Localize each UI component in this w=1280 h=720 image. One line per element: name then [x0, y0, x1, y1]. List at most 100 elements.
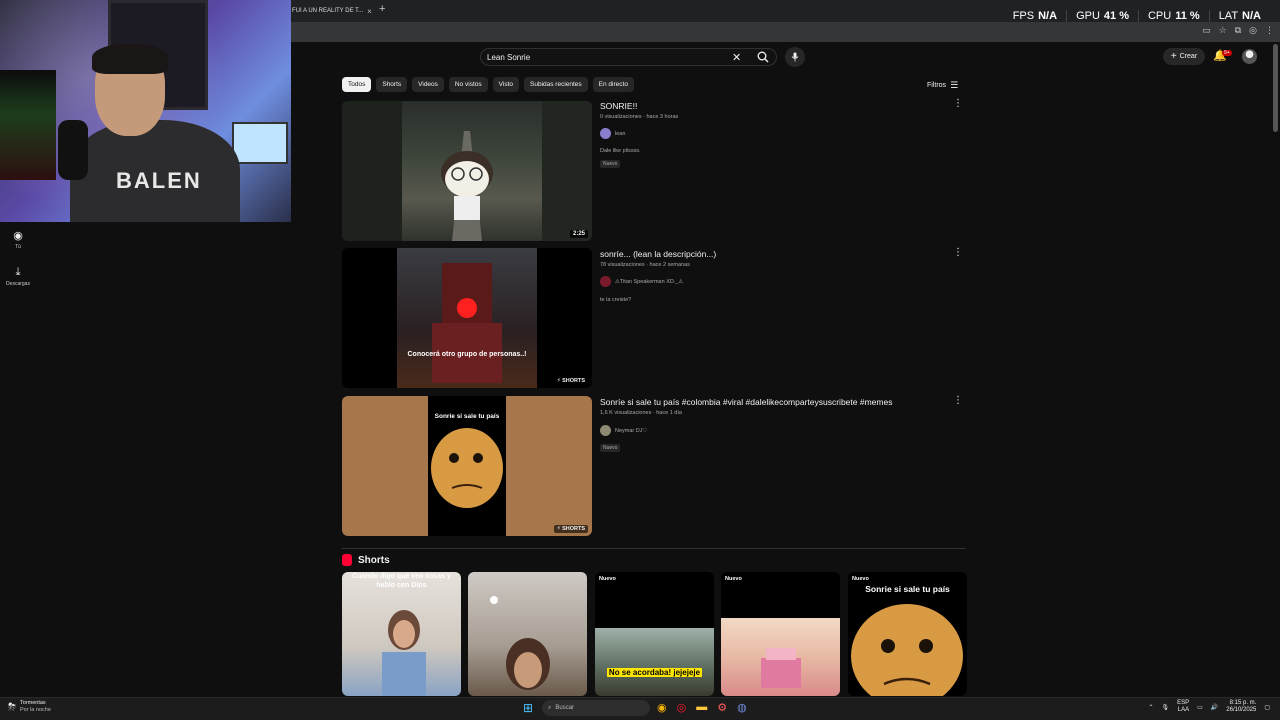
video-title[interactable]: SONRIE!!	[600, 101, 637, 111]
performance-overlay: FPS N/A GPU 41 % CPU 11 % LAT N/A	[1004, 10, 1270, 22]
profile-icon[interactable]: ◎	[1249, 25, 1257, 36]
stat-fps: FPS N/A	[1012, 10, 1058, 22]
notification-count-badge: 9+	[1222, 50, 1232, 56]
voice-search-button[interactable]	[785, 47, 805, 67]
pc-rig	[0, 70, 56, 180]
short-overlay-text: Sonrie si sale tu país	[434, 413, 500, 420]
short-caption: Cuando digo que veo cosas y hablo con Di…	[352, 573, 451, 589]
account-avatar[interactable]	[1242, 49, 1257, 64]
language-indicator[interactable]: ESP LAA	[1177, 700, 1189, 714]
microphone-icon	[791, 52, 799, 62]
browser-menu-icon[interactable]: ⋮	[1265, 25, 1274, 36]
browser-tab[interactable]: FUI A UN REALITY DE T... ×	[290, 2, 376, 20]
discord-icon[interactable]: ◍	[737, 701, 747, 714]
video-description: Dale like plissss.	[600, 148, 641, 154]
filter-chips: Todos Shorts Videos No vistos Visto Subi…	[342, 77, 634, 92]
file-explorer-icon[interactable]: ▬	[696, 701, 707, 714]
channel-link[interactable]: ⚠Titan Speakerman XD._⚠	[600, 276, 683, 287]
taskbar-apps: ◉ ◎ ▬ ⚙ ◍	[657, 701, 747, 714]
chip-shorts[interactable]: Shorts	[376, 77, 408, 92]
shorts-badge: ⚡ SHORTS	[553, 525, 588, 533]
extensions-icon[interactable]: ⧉	[1235, 25, 1241, 36]
video-description: te la creiste?	[600, 297, 632, 303]
channel-avatar	[600, 128, 611, 139]
short-overlay-text: Conocerá otro grupo de personas..!	[407, 351, 527, 358]
new-badge: Nuevo	[600, 444, 621, 452]
system-tray: ⌃ 🎙 ESP LAA ▭ 🔊 8:15 p. m. 26/10/2025 ▢	[1148, 700, 1270, 714]
tab-title: FUI A UN REALITY DE T...	[292, 8, 364, 14]
microphone	[58, 120, 88, 180]
chip-watched[interactable]: Visto	[492, 77, 519, 92]
plus-icon: +	[1170, 51, 1177, 62]
nav-item-you[interactable]: ◉ Tú	[0, 229, 36, 250]
chevron-up-icon[interactable]: ⌃	[1148, 704, 1153, 711]
channel-link[interactable]: Neymar DJ♡	[600, 425, 647, 436]
storm-cloud-icon: ⛈	[8, 701, 16, 713]
opera-icon[interactable]: ◎	[677, 701, 687, 714]
clock[interactable]: 8:15 p. m. 26/10/2025	[1226, 700, 1256, 714]
page-scrollbar[interactable]	[1273, 44, 1278, 132]
chip-all[interactable]: Todos	[342, 77, 372, 92]
shorts-section-header: Shorts	[342, 554, 390, 566]
webcam-overlay: BALEN	[0, 0, 291, 222]
new-badge: Nuevo	[600, 160, 621, 168]
short-card[interactable]: Nuevo	[721, 572, 840, 696]
section-divider	[342, 548, 966, 549]
short-thumbnail[interactable]: Sonrie si sale tu país ⚡ SHORTS	[342, 396, 592, 536]
tab-close-icon[interactable]: ×	[367, 7, 372, 16]
more-options-icon[interactable]: ⋮	[953, 247, 963, 258]
new-badge: Nuevo	[852, 576, 869, 582]
shirt-logo: BALEN	[116, 168, 202, 193]
video-thumbnail[interactable]: 2:25	[342, 101, 592, 241]
channel-link[interactable]: lean	[600, 128, 625, 139]
more-options-icon[interactable]: ⋮	[953, 98, 963, 109]
browser-toolbar-icons: ▭ ☆ ⧉ ◎ ⋮	[1202, 25, 1274, 36]
create-button[interactable]: + Crear	[1163, 48, 1205, 65]
sliders-icon: ☰	[950, 80, 959, 90]
video-meta: 0 visualizaciones · hace 3 horas	[600, 114, 679, 120]
taskbar-search[interactable]: ⌕ Buscar	[542, 700, 650, 716]
new-badge: Nuevo	[599, 576, 616, 582]
stat-cpu: CPU 11 %	[1137, 10, 1209, 22]
notifications-icon[interactable]: ▢	[1264, 704, 1270, 711]
volume-icon[interactable]: 🔊	[1211, 704, 1218, 711]
search-icon	[757, 51, 769, 63]
download-icon: ⤓	[15, 266, 21, 278]
video-meta: 78 visualizaciones · hace 2 semanas	[600, 262, 690, 268]
bookmark-star-icon[interactable]: ☆	[1219, 25, 1227, 36]
short-thumbnail[interactable]: Conocerá otro grupo de personas..! ⚡ SHO…	[342, 248, 592, 388]
shorts-logo-icon	[342, 554, 352, 566]
cast-icon[interactable]: ▭	[1202, 25, 1211, 36]
video-meta: 1,6 K visualizaciones · hace 1 día	[600, 410, 682, 416]
filters-button[interactable]: Filtros ☰	[927, 80, 958, 91]
chip-videos[interactable]: Videos	[412, 77, 444, 92]
weather-widget[interactable]: ⛈ Tormentas Por la noche	[8, 700, 51, 714]
short-card[interactable]: Nuevo No se acordaba! jejejeje	[595, 572, 714, 696]
clear-search-icon[interactable]: ✕	[732, 51, 741, 64]
chrome-icon[interactable]: ◉	[657, 701, 667, 714]
short-caption: No se acordaba! jejejeje	[606, 668, 703, 677]
new-badge: Nuevo	[725, 576, 742, 582]
video-title[interactable]: Sonríe si sale tu país #colombia #viral …	[600, 397, 892, 407]
chip-unwatched[interactable]: No vistos	[448, 77, 488, 92]
nav-item-downloads[interactable]: ⤓ Descargas	[0, 266, 36, 287]
windows-start-icon[interactable]: ⊞	[523, 701, 533, 715]
short-card[interactable]: Nuevo Sonrie si sale tu país	[848, 572, 967, 696]
new-tab-button[interactable]: +	[379, 3, 385, 15]
channel-avatar	[600, 425, 611, 436]
more-options-icon[interactable]: ⋮	[953, 395, 963, 406]
settings-icon[interactable]: ⚙	[717, 701, 727, 714]
network-icon[interactable]: ▭	[1197, 704, 1203, 711]
shorts-badge: ⚡ SHORTS	[553, 377, 588, 385]
chip-live[interactable]: En directo	[592, 77, 634, 92]
chip-recent[interactable]: Subidas recientes	[524, 77, 588, 92]
mic-tray-icon[interactable]: 🎙	[1162, 704, 1170, 711]
video-duration: 2:25	[569, 230, 588, 238]
user-circle-icon: ◉	[13, 230, 23, 242]
stat-gpu: GPU 41 %	[1066, 10, 1138, 22]
search-button[interactable]	[752, 48, 774, 66]
short-card[interactable]	[468, 572, 587, 696]
video-title[interactable]: sonríe... (lean la descripción...)	[600, 249, 716, 259]
short-card[interactable]: Cuando digo que veo cosas y hablo con Di…	[342, 572, 461, 696]
channel-avatar	[600, 276, 611, 287]
